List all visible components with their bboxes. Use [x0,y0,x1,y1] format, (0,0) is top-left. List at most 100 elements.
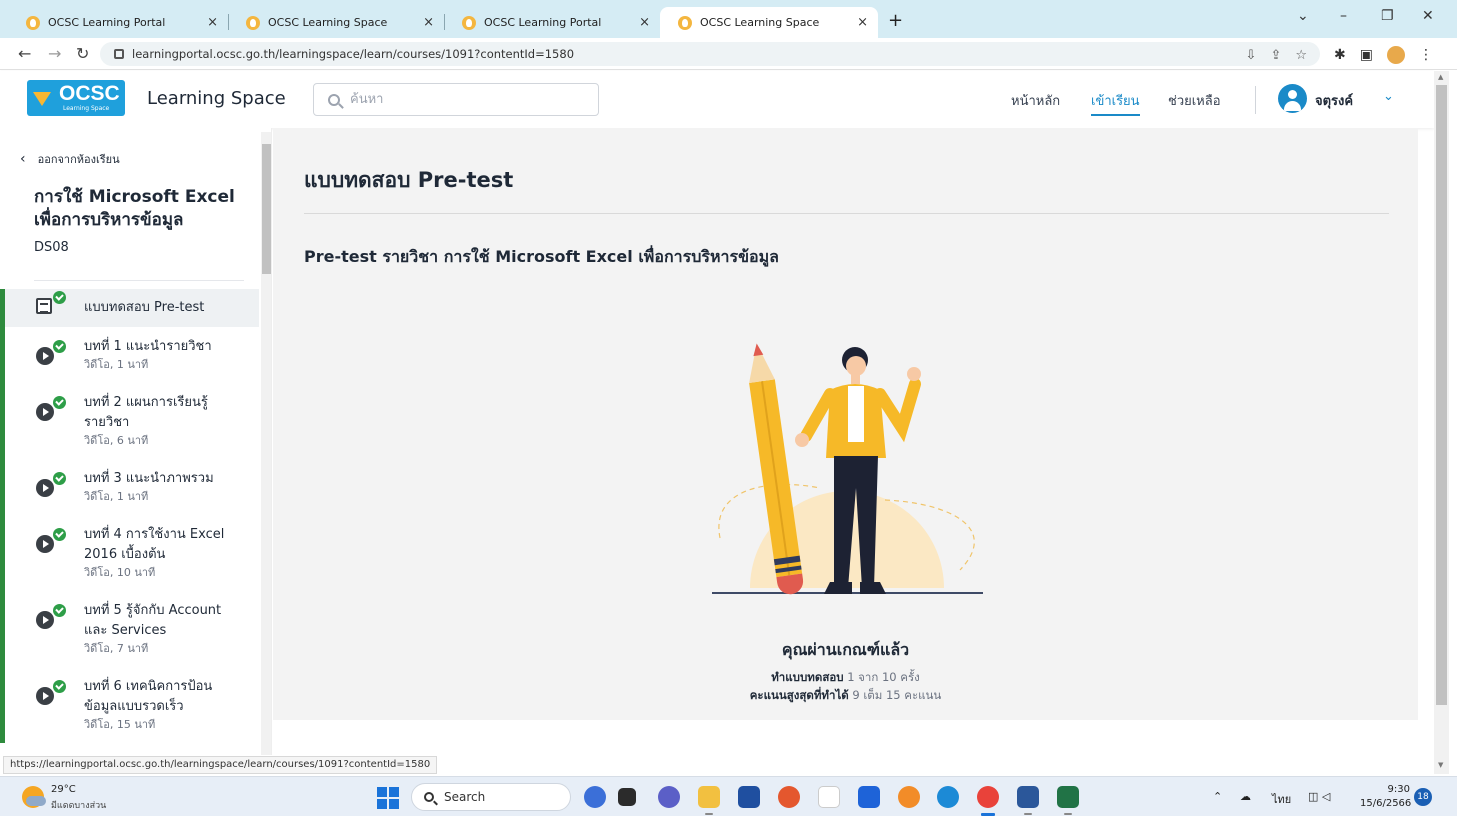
reload-icon[interactable]: ↻ [76,44,89,63]
tab-close-icon[interactable]: × [857,15,868,30]
play-video-icon [36,611,54,629]
amazon-icon[interactable] [818,786,840,808]
nav-learn[interactable]: เข้าเรียน [1091,90,1140,116]
word-icon[interactable] [1017,786,1039,815]
browser-tab-active[interactable]: OCSC Learning Space × [660,7,878,38]
share-icon[interactable]: ⇪ [1270,48,1281,63]
score-value: 9 เต็ม 15 คะแนน [852,688,942,702]
chevron-down-icon[interactable]: ⌄ [1383,89,1394,104]
complete-check-icon [53,604,66,617]
extension-area: ✱ ▣ ⋮ [1334,46,1433,64]
lesson-title: บทที่ 1 แนะนำรายวิชา [84,339,212,354]
search-box[interactable] [313,83,599,116]
side-panel-icon[interactable]: ▣ [1360,47,1373,63]
excel-icon[interactable] [1057,786,1079,815]
lesson-item[interactable]: บทที่ 1 แนะนำรายวิชา วิดีโอ, 1 นาที [0,327,259,383]
quiz-document-icon [36,298,52,314]
page-scroll-thumb[interactable] [1436,85,1447,705]
chrome-icon[interactable] [977,786,999,816]
lesson-item[interactable]: บทที่ 6 เทคนิคการป้อนข้อมูลแบบรวดเร็ว วิ… [0,667,259,743]
dropbox-icon[interactable] [858,786,880,808]
lesson-item-pretest[interactable]: แบบทดสอบ Pre-test [0,289,259,327]
lesson-item[interactable]: บทที่ 4 การใช้งาน Excel 2016 เบื้องต้น ว… [0,515,259,591]
back-arrow-icon[interactable]: ← [18,44,31,63]
nav-help[interactable]: ช่วยเหลือ [1168,90,1221,111]
scroll-up-arrow-icon[interactable]: ▲ [1438,73,1443,81]
lesson-list: แบบทดสอบ Pre-test บทที่ 1 แนะนำรายวิชา ว… [0,289,259,743]
lesson-meta: วิดีโอ, 1 นาที [84,490,149,503]
sidebar-scrollbar[interactable] [261,132,271,755]
play-video-icon [36,347,54,365]
close-window-icon[interactable]: ✕ [1422,8,1434,24]
task-view-icon[interactable] [618,788,636,806]
lesson-meta: วิดีโอ, 15 นาที [84,718,156,731]
scroll-down-arrow-icon[interactable]: ▼ [1438,761,1443,769]
more-menu-icon[interactable]: ⋮ [1419,47,1433,63]
score-line: คะแนนสูงสุดที่ทำได้ 9 เต็ม 15 คะแนน [273,687,1418,705]
install-app-icon[interactable]: ⇩ [1246,48,1257,63]
microsoft-store-icon[interactable] [738,786,760,808]
tab-close-icon[interactable]: × [423,15,434,30]
weather-icon[interactable] [22,786,46,808]
tray-overflow-chevron-icon[interactable]: ⌃ [1213,790,1222,803]
taskbar-search-label: Search [444,790,486,804]
lesson-title: บทที่ 6 เทคนิคการป้อนข้อมูลแบบรวดเร็ว [84,679,213,714]
browser-tab[interactable]: OCSC Learning Portal × [8,7,228,38]
course-sidebar: ‹ ออกจากห้องเรียน การใช้ Microsoft Excel… [0,128,272,755]
bookmark-star-icon[interactable]: ☆ [1295,48,1307,63]
lock-icon [114,49,124,59]
ocsc-logo[interactable]: OCSC Learning Space [27,80,125,116]
forward-arrow-icon[interactable]: → [48,44,61,63]
temperature[interactable]: 29°C [51,784,76,795]
browser-tab[interactable]: OCSC Learning Space × [228,7,444,38]
taskbar-search[interactable]: Search [411,783,571,811]
input-language[interactable]: ไทย [1272,790,1291,808]
weather-text: มีแดดบางส่วน [51,801,107,811]
chevron-left-icon: ‹ [20,151,26,167]
office-icon[interactable] [898,786,920,808]
sidebar-scroll-thumb[interactable] [262,144,271,274]
ocsc-favicon-icon [26,15,40,30]
network-cloud-icon[interactable]: ☁ [1240,790,1251,803]
leave-classroom-link[interactable]: ‹ ออกจากห้องเรียน [20,150,120,168]
score-label: คะแนนสูงสุดที่ทำได้ [749,688,849,702]
start-windows-icon[interactable] [377,787,399,809]
firefox-icon[interactable] [778,786,800,808]
browser-tab[interactable]: OCSC Learning Portal × [444,7,660,38]
lesson-meta: วิดีโอ, 7 นาที [84,642,149,655]
user-avatar-icon[interactable] [1278,84,1307,113]
restore-icon[interactable]: ❐ [1381,8,1394,24]
lesson-item[interactable]: บทที่ 3 แนะนำภาพรวม วิดีโอ, 1 นาที [0,459,259,515]
edge-icon[interactable] [937,786,959,808]
header-divider [1255,86,1256,114]
search-input[interactable] [350,92,590,107]
extensions-puzzle-icon[interactable]: ✱ [1334,47,1346,63]
lesson-item[interactable]: บทที่ 2 แผนการเรียนรู้รายวิชา วิดีโอ, 6 … [0,383,259,459]
tab-search-chevron-icon[interactable]: ⌄ [1297,8,1309,24]
search-icon [328,93,340,106]
clock[interactable]: 9:30 15/6/2566 [1360,783,1411,811]
tab-title: OCSC Learning Portal [484,16,602,29]
clock-time: 9:30 [1387,784,1410,795]
file-explorer-icon[interactable] [698,786,720,815]
content-footer [273,720,1418,755]
omnibox-actions: ⇩ ⇪ ☆ [1246,48,1307,63]
teams-chat-icon[interactable] [658,786,680,808]
attempts-value: 1 จาก 10 ครั้ง [847,670,920,684]
complete-check-icon [53,472,66,485]
notification-badge[interactable]: 18 [1414,788,1432,806]
lesson-title: บทที่ 2 แผนการเรียนรู้รายวิชา [84,395,208,430]
lesson-item[interactable]: บทที่ 5 รู้จักกับ Account และ Services ว… [0,591,259,667]
copilot-icon[interactable] [584,786,606,808]
username[interactable]: จตุรงค์ [1315,90,1353,111]
minimize-icon[interactable]: – [1340,8,1347,24]
new-tab-button[interactable]: + [888,10,903,31]
tab-close-icon[interactable]: × [639,15,650,30]
page-scrollbar[interactable]: ▲ ▼ [1434,71,1449,774]
nav-home[interactable]: หน้าหลัก [1011,90,1060,111]
wifi-speaker-icon[interactable]: ◫ ◁ [1308,790,1330,803]
tab-close-icon[interactable]: × [207,15,218,30]
profile-avatar-icon[interactable] [1386,46,1405,64]
url-input[interactable]: learningportal.ocsc.go.th/learningspace/… [100,42,1320,66]
ocsc-favicon-icon [462,15,476,30]
